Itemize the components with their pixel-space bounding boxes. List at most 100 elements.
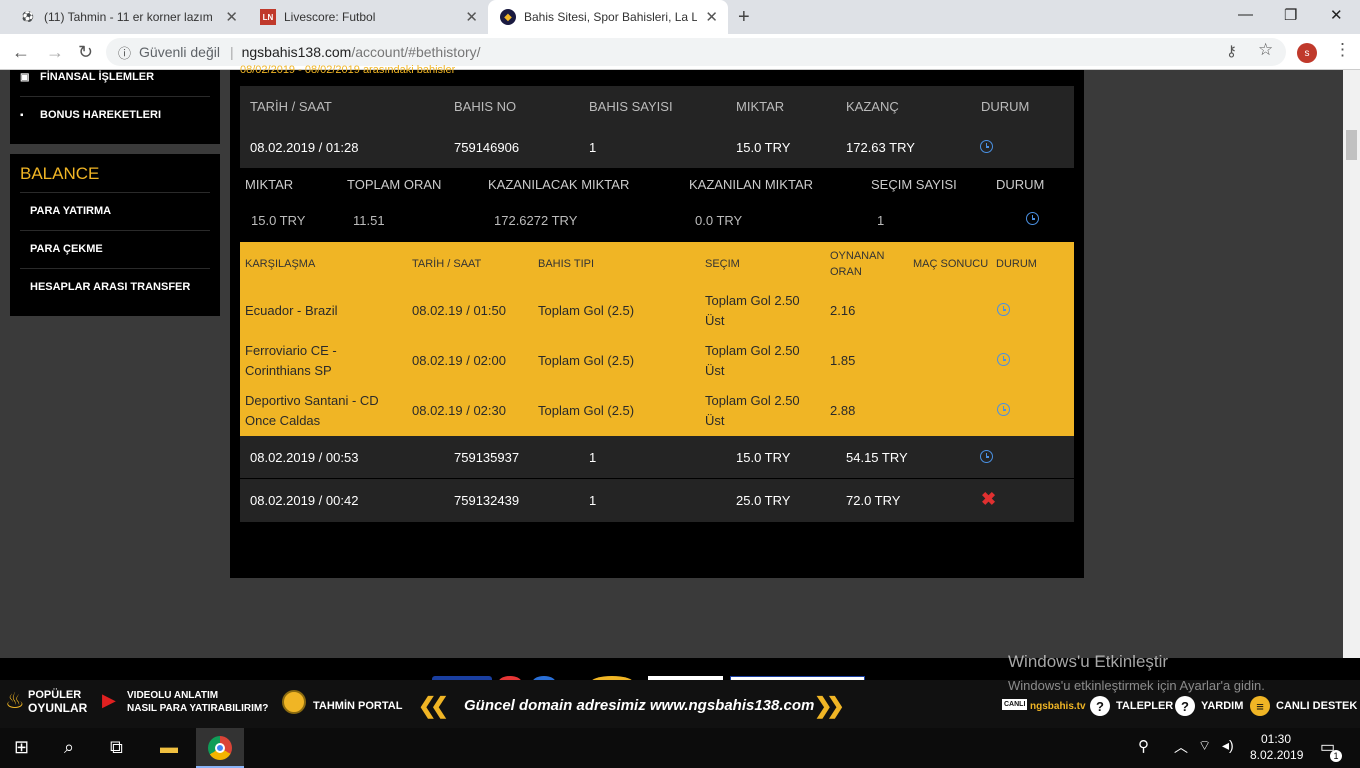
site-logo-icon: ◆ — [500, 9, 516, 25]
volume-icon[interactable]: ◂) — [1222, 737, 1234, 754]
sidebar-item-para-yatirma[interactable]: PARA YATIRMA — [30, 205, 111, 217]
detail-header-won: KAZANILAN MIKTAR — [689, 177, 814, 192]
minimize-icon[interactable]: — — [1238, 6, 1253, 23]
bookmark-star-icon[interactable]: ☆ — [1258, 40, 1273, 60]
yardim-label: YARDIM — [1201, 699, 1244, 712]
video-tutorial-link[interactable]: VIDEOLU ANLATIM NASIL PARA YATIRABILIRIM… — [127, 689, 268, 715]
url-domain: ngsbahis138.com — [241, 44, 352, 60]
flame-icon: ♨ — [5, 688, 25, 713]
tahmin-portal-link[interactable]: TAHMİN PORTAL — [313, 700, 402, 713]
separator: | — [229, 44, 234, 60]
col-header-win: KAZANÇ — [846, 99, 899, 114]
sel-header-played: OYNANAN — [830, 250, 885, 262]
col-header-bet-no: BAHIS NO — [454, 99, 517, 114]
bet-date: 08.02.2019 / 00:53 — [250, 450, 359, 465]
bet-row[interactable] — [240, 479, 1074, 522]
ngsbahis-tv-link[interactable]: ngsbahis.tv — [1030, 700, 1086, 713]
key-icon[interactable]: ⚷ — [1226, 42, 1237, 60]
browser-tab-1[interactable]: ⚽ (11) Tahmin - 11 er korner lazım : ✕ — [8, 0, 248, 34]
info-icon[interactable]: ⓘ — [118, 43, 131, 62]
reload-icon[interactable]: ↻ — [78, 42, 93, 63]
restore-icon[interactable]: ❐ — [1284, 6, 1297, 24]
close-window-icon[interactable]: ✕ — [1330, 6, 1343, 24]
close-icon[interactable]: ✕ — [705, 8, 718, 26]
sidebar-item-transfer[interactable]: HESAPLAR ARASI TRANSFER — [30, 281, 190, 293]
bet-row[interactable] — [240, 436, 1074, 478]
tray-chevron-icon[interactable]: ︿ — [1174, 737, 1188, 757]
sel-type: Toplam Gol (2.5) — [538, 353, 635, 368]
sel-date: 08.02.19 / 02:30 — [412, 403, 506, 418]
livescore-icon: LN — [260, 9, 276, 25]
sel-header-result: MAÇ SONUCU — [913, 258, 989, 270]
menu-icon[interactable]: ⋮ — [1334, 40, 1351, 60]
live-support-link[interactable]: ≡ CANLI DESTEK — [1250, 696, 1357, 716]
popular-games-link[interactable]: POPÜLER OYUNLAR — [28, 689, 87, 716]
talepler-link[interactable]: ? TALEPLER — [1090, 696, 1173, 716]
sel-odds: 2.88 — [830, 403, 856, 418]
yardim-link[interactable]: ? YARDIM — [1175, 696, 1243, 716]
sel-selection-side: Üst — [705, 313, 725, 328]
notification-count: 1 — [1330, 750, 1342, 762]
detail-header-status: DURUM — [996, 177, 1045, 192]
sel-header-type: BAHIS TIPI — [538, 258, 595, 270]
sidebar-item-bonus[interactable]: ▪ BONUS HAREKETLERI — [20, 109, 161, 121]
browser-tab-bar: ⚽ (11) Tahmin - 11 er korner lazım : ✕ L… — [0, 0, 1360, 34]
bet-count: 1 — [589, 493, 597, 508]
bet-amount: 15.0 TRY — [736, 140, 791, 155]
task-view-icon[interactable]: ⧉ — [110, 737, 123, 758]
domain-announcement: Güncel domain adresimiz www.ngsbahis138.… — [464, 697, 815, 714]
network-icon[interactable]: ⌔ — [1198, 737, 1211, 755]
clock-icon — [997, 403, 1010, 416]
browser-tab-3-active[interactable]: ◆ Bahis Sitesi, Spor Bahisleri, La Lig ✕ — [488, 0, 728, 34]
people-icon[interactable]: ⚲ — [1138, 737, 1149, 755]
sel-selection: Toplam Gol 2.50 — [705, 393, 800, 408]
talepler-label: TALEPLER — [1116, 699, 1174, 712]
sel-match-2: Corinthians SP — [245, 363, 332, 378]
sidebar-item-finansal[interactable]: ▣ FİNANSAL İŞLEMLER — [20, 71, 154, 83]
bet-win: 54.15 TRY — [846, 450, 908, 465]
bet-count: 1 — [589, 450, 597, 465]
windows-start-icon[interactable]: ⊞ — [14, 737, 29, 758]
date-range-text: 08/02/2019 - 08/02/2019 arasındaki bahis… — [240, 64, 456, 74]
sel-match: Ferroviario CE - — [245, 343, 337, 358]
bet-no: 759135937 — [454, 450, 520, 465]
back-icon[interactable]: ← — [12, 42, 30, 63]
sidebar-item-label: BONUS HAREKETLERI — [40, 109, 162, 121]
forward-icon[interactable]: → — [46, 42, 64, 63]
clock-date: 8.02.2019 — [1250, 748, 1304, 762]
clock-icon — [997, 353, 1010, 366]
close-icon[interactable]: ✕ — [465, 8, 478, 26]
scrollbar-thumb[interactable] — [1346, 130, 1357, 160]
clock-icon — [997, 303, 1010, 316]
url-bar[interactable]: ⓘ Güvenli değil | ngsbahis138.com /accou… — [106, 38, 1286, 66]
chat-icon: ≡ — [1250, 696, 1270, 716]
detail-header-potential: KAZANILACAK MIKTAR — [488, 177, 630, 192]
clock-icon — [980, 450, 993, 463]
new-tab-icon[interactable]: + — [738, 6, 750, 29]
video-line-2: NASIL PARA YATIRABILIRIM? — [127, 703, 269, 714]
sel-odds: 1.85 — [830, 353, 856, 368]
scrollbar[interactable] — [1343, 70, 1360, 658]
col-header-bet-count: BAHIS SAYISI — [589, 99, 673, 114]
detail-header-total-odds: TOPLAM ORAN — [347, 177, 442, 192]
address-toolbar: ← → ↻ ⓘ Güvenli değil | ngsbahis138.com … — [0, 34, 1360, 70]
bet-no: 759146906 — [454, 140, 520, 155]
bet-amount: 15.0 TRY — [736, 450, 791, 465]
file-explorer-icon[interactable]: ▬ — [160, 737, 178, 758]
popular-line-2: OYUNLAR — [28, 701, 88, 715]
tab-title: Bahis Sitesi, Spor Bahisleri, La Lig — [524, 10, 698, 24]
tab-title: Livescore: Futbol — [284, 10, 376, 24]
sel-header-match: KARŞILAŞMA — [245, 258, 316, 270]
chrome-taskbar-button[interactable] — [196, 728, 244, 768]
sidebar-item-para-cekme[interactable]: PARA ÇEKME — [30, 243, 103, 255]
search-icon[interactable]: ⌕ — [64, 737, 74, 758]
sel-match: Ecuador - Brazil — [245, 303, 338, 318]
sel-header-odds: ORAN — [830, 266, 862, 278]
browser-tab-2[interactable]: LN Livescore: Futbol ✕ — [248, 0, 488, 34]
divider — [20, 192, 210, 193]
taskbar-clock[interactable]: 01:30 8.02.2019 — [1250, 731, 1304, 763]
close-icon[interactable]: ✕ — [225, 8, 238, 26]
profile-avatar[interactable]: s — [1297, 43, 1317, 63]
sidebar-item-label: FİNANSAL İŞLEMLER — [40, 71, 155, 83]
detail-won: 0.0 TRY — [695, 213, 743, 228]
